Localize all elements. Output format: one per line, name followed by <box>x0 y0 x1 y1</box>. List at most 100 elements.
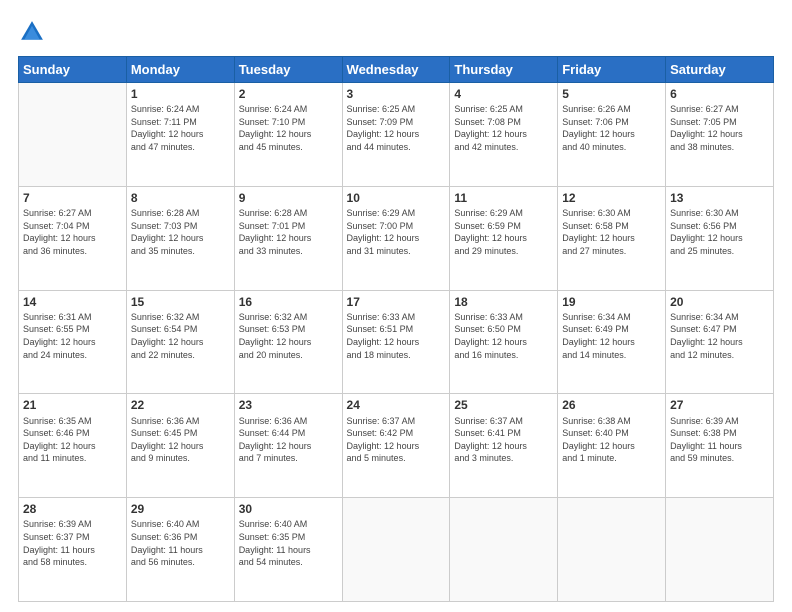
weekday-header-thursday: Thursday <box>450 57 558 83</box>
day-number: 5 <box>562 86 661 102</box>
day-number: 30 <box>239 501 338 517</box>
day-number: 28 <box>23 501 122 517</box>
calendar-week-row: 21Sunrise: 6:35 AM Sunset: 6:46 PM Dayli… <box>19 394 774 498</box>
logo <box>18 18 50 46</box>
calendar-cell <box>450 498 558 602</box>
day-info: Sunrise: 6:33 AM Sunset: 6:51 PM Dayligh… <box>347 311 446 361</box>
page: SundayMondayTuesdayWednesdayThursdayFrid… <box>0 0 792 612</box>
day-info: Sunrise: 6:25 AM Sunset: 7:09 PM Dayligh… <box>347 103 446 153</box>
calendar-header-row: SundayMondayTuesdayWednesdayThursdayFrid… <box>19 57 774 83</box>
day-info: Sunrise: 6:36 AM Sunset: 6:45 PM Dayligh… <box>131 415 230 465</box>
day-number: 3 <box>347 86 446 102</box>
day-info: Sunrise: 6:32 AM Sunset: 6:53 PM Dayligh… <box>239 311 338 361</box>
calendar-cell: 23Sunrise: 6:36 AM Sunset: 6:44 PM Dayli… <box>234 394 342 498</box>
logo-icon <box>18 18 46 46</box>
day-info: Sunrise: 6:30 AM Sunset: 6:58 PM Dayligh… <box>562 207 661 257</box>
calendar-cell: 17Sunrise: 6:33 AM Sunset: 6:51 PM Dayli… <box>342 290 450 394</box>
day-number: 6 <box>670 86 769 102</box>
calendar-cell: 7Sunrise: 6:27 AM Sunset: 7:04 PM Daylig… <box>19 186 127 290</box>
calendar-cell: 22 Sunrise: 6:36 AM Sunset: 6:45 PM Dayli… <box>126 394 234 498</box>
day-number: 8 <box>131 190 230 206</box>
day-number: 25 <box>454 397 553 413</box>
day-info: Sunrise: 6:30 AM Sunset: 6:56 PM Dayligh… <box>670 207 769 257</box>
day-number: 16 <box>239 294 338 310</box>
day-number: 10 <box>347 190 446 206</box>
day-number: 22 <box>131 397 230 413</box>
calendar-cell: 25 Sunrise: 6:37 AM Sunset: 6:41 PM Dayli… <box>450 394 558 498</box>
day-number: 1 <box>131 86 230 102</box>
day-number: 20 <box>670 294 769 310</box>
day-info: Sunrise: 6:37 AM Sunset: 6:42 PM Dayligh… <box>347 415 446 465</box>
day-number: 14 <box>23 294 122 310</box>
calendar-week-row: 28Sunrise: 6:39 AM Sunset: 6:37 PM Dayli… <box>19 498 774 602</box>
day-number: 26 <box>562 397 661 413</box>
calendar-cell: 9Sunrise: 6:28 AM Sunset: 7:01 PM Daylig… <box>234 186 342 290</box>
calendar-cell <box>558 498 666 602</box>
day-number: 13 <box>670 190 769 206</box>
calendar-cell <box>342 498 450 602</box>
day-info: Sunrise: 6:24 AM Sunset: 7:10 PM Dayligh… <box>239 103 338 153</box>
day-info: Sunrise: 6:32 AM Sunset: 6:54 PM Dayligh… <box>131 311 230 361</box>
weekday-header-friday: Friday <box>558 57 666 83</box>
weekday-header-monday: Monday <box>126 57 234 83</box>
day-number: 19 <box>562 294 661 310</box>
calendar-cell: 3Sunrise: 6:25 AM Sunset: 7:09 PM Daylig… <box>342 83 450 187</box>
day-info: Sunrise: 6:28 AM Sunset: 7:01 PM Dayligh… <box>239 207 338 257</box>
calendar-cell: 10Sunrise: 6:29 AM Sunset: 7:00 PM Dayli… <box>342 186 450 290</box>
day-info: Sunrise: 6:29 AM Sunset: 6:59 PM Dayligh… <box>454 207 553 257</box>
calendar-cell: 14Sunrise: 6:31 AM Sunset: 6:55 PM Dayli… <box>19 290 127 394</box>
calendar-cell: 26 Sunrise: 6:38 AM Sunset: 6:40 PM Dayli… <box>558 394 666 498</box>
calendar-cell: 13Sunrise: 6:30 AM Sunset: 6:56 PM Dayli… <box>666 186 774 290</box>
calendar-cell: 28Sunrise: 6:39 AM Sunset: 6:37 PM Dayli… <box>19 498 127 602</box>
calendar-cell <box>666 498 774 602</box>
calendar-week-row: 1Sunrise: 6:24 AM Sunset: 7:11 PM Daylig… <box>19 83 774 187</box>
day-info: Sunrise: 6:27 AM Sunset: 7:05 PM Dayligh… <box>670 103 769 153</box>
day-number: 11 <box>454 190 553 206</box>
day-number: 12 <box>562 190 661 206</box>
day-info: Sunrise: 6:26 AM Sunset: 7:06 PM Dayligh… <box>562 103 661 153</box>
day-number: 15 <box>131 294 230 310</box>
day-number: 4 <box>454 86 553 102</box>
day-info: Sunrise: 6:39 AM Sunset: 6:37 PM Dayligh… <box>23 518 122 568</box>
calendar-cell: 19Sunrise: 6:34 AM Sunset: 6:49 PM Dayli… <box>558 290 666 394</box>
day-number: 7 <box>23 190 122 206</box>
calendar-table: SundayMondayTuesdayWednesdayThursdayFrid… <box>18 56 774 602</box>
day-number: 24 <box>347 397 446 413</box>
calendar-cell: 1Sunrise: 6:24 AM Sunset: 7:11 PM Daylig… <box>126 83 234 187</box>
day-info: Sunrise: 6:27 AM Sunset: 7:04 PM Dayligh… <box>23 207 122 257</box>
day-info: Sunrise: 6:38 AM Sunset: 6:40 PM Dayligh… <box>562 415 661 465</box>
day-info: Sunrise: 6:29 AM Sunset: 7:00 PM Dayligh… <box>347 207 446 257</box>
calendar-week-row: 7Sunrise: 6:27 AM Sunset: 7:04 PM Daylig… <box>19 186 774 290</box>
weekday-header-tuesday: Tuesday <box>234 57 342 83</box>
calendar-cell: 24 Sunrise: 6:37 AM Sunset: 6:42 PM Dayli… <box>342 394 450 498</box>
header <box>18 18 774 46</box>
weekday-header-wednesday: Wednesday <box>342 57 450 83</box>
day-info: Sunrise: 6:28 AM Sunset: 7:03 PM Dayligh… <box>131 207 230 257</box>
day-info: Sunrise: 6:40 AM Sunset: 6:35 PM Dayligh… <box>239 518 338 568</box>
calendar-cell: 11Sunrise: 6:29 AM Sunset: 6:59 PM Dayli… <box>450 186 558 290</box>
calendar-week-row: 14Sunrise: 6:31 AM Sunset: 6:55 PM Dayli… <box>19 290 774 394</box>
calendar-cell: 18Sunrise: 6:33 AM Sunset: 6:50 PM Dayli… <box>450 290 558 394</box>
calendar-cell: 2Sunrise: 6:24 AM Sunset: 7:10 PM Daylig… <box>234 83 342 187</box>
day-number: 21 <box>23 397 122 413</box>
calendar-cell: 30Sunrise: 6:40 AM Sunset: 6:35 PM Dayli… <box>234 498 342 602</box>
day-number: 27 <box>670 397 769 413</box>
weekday-header-saturday: Saturday <box>666 57 774 83</box>
day-info: Sunrise: 6:40 AM Sunset: 6:36 PM Dayligh… <box>131 518 230 568</box>
calendar-cell: 4Sunrise: 6:25 AM Sunset: 7:08 PM Daylig… <box>450 83 558 187</box>
day-number: 29 <box>131 501 230 517</box>
calendar-cell: 20Sunrise: 6:34 AM Sunset: 6:47 PM Dayli… <box>666 290 774 394</box>
calendar-cell: 29Sunrise: 6:40 AM Sunset: 6:36 PM Dayli… <box>126 498 234 602</box>
calendar-cell: 12Sunrise: 6:30 AM Sunset: 6:58 PM Dayli… <box>558 186 666 290</box>
calendar-cell: 27 Sunrise: 6:39 AM Sunset: 6:38 PM Dayli… <box>666 394 774 498</box>
calendar-cell: 15Sunrise: 6:32 AM Sunset: 6:54 PM Dayli… <box>126 290 234 394</box>
day-info: Sunrise: 6:37 AM Sunset: 6:41 PM Dayligh… <box>454 415 553 465</box>
day-number: 23 <box>239 397 338 413</box>
day-info: Sunrise: 6:39 AM Sunset: 6:38 PM Dayligh… <box>670 415 769 465</box>
calendar-cell: 6Sunrise: 6:27 AM Sunset: 7:05 PM Daylig… <box>666 83 774 187</box>
calendar-cell: 21Sunrise: 6:35 AM Sunset: 6:46 PM Dayli… <box>19 394 127 498</box>
day-number: 2 <box>239 86 338 102</box>
calendar-cell: 16Sunrise: 6:32 AM Sunset: 6:53 PM Dayli… <box>234 290 342 394</box>
day-info: Sunrise: 6:34 AM Sunset: 6:49 PM Dayligh… <box>562 311 661 361</box>
day-info: Sunrise: 6:34 AM Sunset: 6:47 PM Dayligh… <box>670 311 769 361</box>
